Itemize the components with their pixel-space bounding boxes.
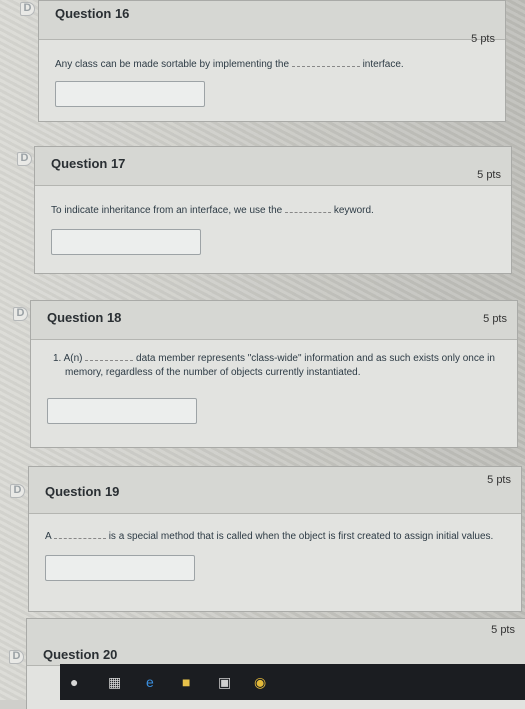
- question-card-18: Question 18 5 pts 1. A(n) data member re…: [30, 300, 518, 448]
- question-text-line2: memory, regardless of the number of obje…: [65, 367, 361, 378]
- question-header: Question 17 5 pts: [35, 147, 511, 186]
- question-text-before: To indicate inheritance from an interfac…: [51, 205, 283, 216]
- question-card-17: Question 17 5 pts To indicate inheritanc…: [34, 146, 512, 274]
- store-icon[interactable]: ▣: [218, 674, 231, 691]
- question-text-after: data member represents "class-wide" info…: [136, 353, 495, 364]
- question-text-before: Any class can be made sortable by implem…: [55, 59, 290, 70]
- question-text: Any class can be made sortable by implem…: [55, 57, 491, 72]
- file-explorer-icon[interactable]: ■: [182, 674, 190, 690]
- task-view-icon[interactable]: ▦: [108, 674, 121, 691]
- answer-input[interactable]: [47, 398, 197, 424]
- inline-blank: [53, 529, 106, 539]
- question-header: Question 20 5 pts: [27, 619, 525, 666]
- question-points: 5 pts: [491, 624, 515, 636]
- question-text: To indicate inheritance from an interfac…: [51, 203, 497, 218]
- flag-question-icon[interactable]: D: [17, 152, 32, 166]
- question-title: Question 20: [43, 647, 118, 662]
- microphone-icon[interactable]: ●: [70, 674, 78, 690]
- question-text-before: 1. A(n): [53, 353, 83, 364]
- inline-blank: [85, 351, 134, 361]
- question-points: 5 pts: [483, 313, 507, 325]
- edge-browser-icon[interactable]: e: [146, 674, 154, 690]
- question-text-after: keyword.: [333, 205, 374, 216]
- answer-input[interactable]: [45, 555, 195, 581]
- question-header: Question 19 5 pts: [29, 467, 521, 514]
- question-text-after: interface.: [362, 59, 404, 70]
- question-text: 1. A(n) data member represents "class-wi…: [53, 351, 503, 380]
- taskbar: ● ▦ e ■ ▣ ◉: [60, 664, 525, 700]
- question-header: Question 16 5 pts: [39, 1, 505, 45]
- question-card-16: Question 16 5 pts Any class can be made …: [38, 0, 506, 122]
- inline-blank: [285, 203, 332, 213]
- question-text: A is a special method that is called whe…: [45, 529, 507, 544]
- question-header: Question 18 5 pts: [31, 301, 517, 340]
- question-points: 5 pts: [471, 33, 495, 45]
- question-text-after: is a special method that is called when …: [108, 531, 494, 542]
- flag-question-icon[interactable]: D: [9, 650, 24, 664]
- question-card-19: Question 19 5 pts A is a special method …: [28, 466, 522, 612]
- flag-question-icon[interactable]: D: [10, 484, 25, 498]
- question-title: Question 16: [55, 6, 130, 21]
- question-points: 5 pts: [487, 474, 511, 486]
- answer-input[interactable]: [51, 229, 201, 255]
- flag-question-icon[interactable]: D: [13, 307, 28, 321]
- question-text-before: A: [45, 531, 52, 542]
- answer-input[interactable]: [55, 81, 205, 107]
- chrome-icon[interactable]: ◉: [254, 674, 266, 691]
- question-title: Question 17: [51, 156, 126, 171]
- inline-blank: [291, 57, 360, 67]
- flag-question-icon[interactable]: D: [20, 2, 35, 16]
- question-title: Question 19: [45, 484, 120, 499]
- question-points: 5 pts: [477, 169, 501, 181]
- question-title: Question 18: [47, 310, 122, 325]
